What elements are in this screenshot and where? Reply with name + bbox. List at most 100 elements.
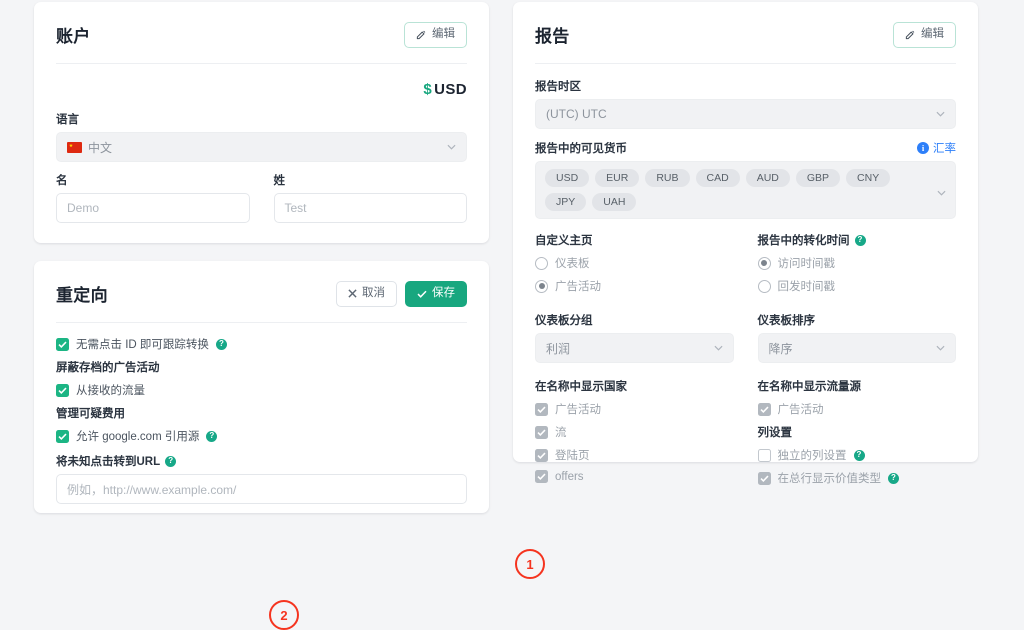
info-icon: i [917,142,929,154]
timezone-select[interactable]: (UTC) UTC [535,99,956,129]
show-country-item-row[interactable]: 登陆页 [535,447,734,463]
currency-tag[interactable]: UAH [592,193,637,211]
first-name-input[interactable]: Demo [56,193,250,223]
language-select[interactable]: 中文 [56,132,467,162]
conversion-time-option[interactable]: 回发时间戳 [757,278,957,294]
last-name-field: 姓 Test [273,172,467,223]
conversion-time-label-row: 报告中的转化时间 ? [758,232,957,248]
redirect-header-actions: 取消 保存 [336,280,467,307]
account-edit-label: 编辑 [432,27,455,40]
exchange-rate-label: 汇率 [933,143,956,155]
show-source-item-checkbox[interactable] [757,402,771,416]
conversion-time-options: 访问时间戳回发时间戳 [757,255,957,294]
help-icon[interactable]: ? [888,472,899,484]
allow-google-referrer-label: 允许 google.com 引用源 [76,431,200,443]
dashboard-group-value: 利润 [546,341,571,356]
currency-code: USD [434,81,467,98]
column-settings-item-row[interactable]: 在总行显示价值类型? [757,470,957,486]
radio-icon[interactable] [757,256,771,270]
redirect-save-button[interactable]: 保存 [405,280,467,307]
report-edit-button[interactable]: 编辑 [893,21,956,48]
currency-tags-select[interactable]: USD EUR RUB CAD AUD GBP CNY JPY UAH [535,161,956,219]
show-country-group: 在名称中显示国家 广告活动流登陆页 offers [535,378,734,493]
help-icon[interactable]: ? [206,430,218,442]
home-and-conversion-row: 自定义主页 仪表板 广告活动 报告中的转化时间 ? 访问时间戳 回发时间戳 [535,232,956,301]
dashboard-group-field: 仪表板分组 利润 [535,312,734,363]
dashboard-sort-field: 仪表板排序 降序 [757,312,956,363]
account-edit-button[interactable]: 编辑 [404,21,467,48]
currency-tag[interactable]: JPY [545,193,587,211]
report-edit-label: 编辑 [921,27,944,40]
show-country-item-row[interactable]: offers [535,470,734,483]
exchange-rate-link[interactable]: i 汇率 [917,140,956,156]
radio-icon[interactable] [757,279,771,293]
help-icon[interactable]: ? [854,234,866,246]
conversion-time-group: 报告中的转化时间 ? 访问时间戳回发时间戳 [757,232,957,301]
close-icon [348,289,357,298]
visible-currencies-field: 报告中的可见货币 i 汇率 USD EUR RUB CAD AUD GBP CNY JPY UA… [535,140,956,219]
last-name-input[interactable]: Test [273,193,467,223]
allow-google-referrer-checkbox[interactable] [56,429,69,443]
language-label: 语言 [56,114,79,126]
custom-home-option[interactable]: 仪表板 [535,255,734,271]
custom-home-option-label: 仪表板 [555,258,590,270]
redirect-save-label: 保存 [432,286,455,299]
unknown-clicks-url-input[interactable]: 例如，http://www.example.com/ [56,474,467,504]
first-name-field: 名 Demo [56,172,250,223]
help-icon[interactable]: ? [853,449,865,461]
currency-tag[interactable]: AUD [745,169,790,187]
currency-tag[interactable]: USD [545,169,590,187]
track-conversions-row[interactable]: 无需点击 ID 即可跟踪转换 ? [56,336,467,352]
language-value-text: 中文 [88,140,113,155]
column-settings-item-checkbox[interactable] [757,471,771,485]
show-country-item-checkbox[interactable] [535,425,548,439]
column-settings-item-row[interactable]: 独立的列设置? [757,447,957,463]
show-country-label: 在名称中显示国家 [535,381,627,393]
currency-tag[interactable]: GBP [795,169,841,187]
help-icon[interactable]: ? [215,338,227,350]
currency-tag[interactable]: CNY [846,169,891,187]
show-country-item-row[interactable]: 广告活动 [535,401,734,417]
currency-tag[interactable]: EUR [595,169,640,187]
from-received-traffic-row[interactable]: 从接收的流量 [56,382,467,398]
radio-icon[interactable] [535,256,548,270]
show-country-item-checkbox[interactable] [535,448,548,462]
currency-tag[interactable]: RUB [645,169,690,187]
dashboard-group-label: 仪表板分组 [535,315,593,327]
radio-icon[interactable] [535,279,548,293]
conversion-time-label: 报告中的转化时间 [757,235,850,247]
pencil-icon [905,29,916,40]
visible-currencies-label-row: 报告中的可见货币 i 汇率 [535,140,956,156]
column-settings-item-label: 独立的列设置 [777,450,847,462]
chevron-down-icon [713,345,723,351]
show-source-item-row[interactable]: 广告活动 [757,401,957,417]
column-settings-item-label: 在总行显示价值类型 [777,473,882,485]
show-country-item-row[interactable]: 流 [535,424,734,440]
column-settings-item-checkbox[interactable] [757,448,771,462]
help-icon[interactable]: ? [165,455,177,467]
dashboard-selects-row: 仪表板分组 利润 仪表板排序 降序 [535,312,956,363]
allow-google-referrer-row[interactable]: 允许 google.com 引用源 ? [56,428,467,444]
timezone-label: 报告时区 [535,81,581,93]
right-column: 报告 编辑 报告时区 (UTC) UTC 报告中的可见货币 i 汇率 USD E… [513,0,978,502]
custom-home-option[interactable]: 广告活动 [535,278,734,294]
from-received-traffic-checkbox[interactable] [56,383,69,397]
show-country-item-checkbox[interactable] [535,470,548,483]
currency-tag[interactable]: CAD [695,169,740,187]
column-settings-label: 列设置 [757,427,793,439]
track-conversions-checkbox[interactable] [56,337,69,351]
currency-symbol: $ [423,81,433,98]
show-country-item-checkbox[interactable] [535,402,548,416]
redirect-cancel-button[interactable]: 取消 [336,280,397,307]
track-conversions-label: 无需点击 ID 即可跟踪转换 [76,339,209,351]
left-column: 账户 编辑 $ USD 语言 中文 名 Demo 姓 Test 重定向 取消 保… [34,0,545,630]
account-header-actions: 编辑 [404,21,467,48]
conversion-time-option[interactable]: 访问时间戳 [757,255,957,271]
dashboard-sort-select[interactable]: 降序 [757,333,956,363]
show-source-item-label: 广告活动 [777,404,824,416]
check-icon [417,290,427,298]
show-country-items: 广告活动流登陆页 offers [535,401,734,483]
dashboard-group-select[interactable]: 利润 [535,333,734,363]
show-country-item-label: 流 [555,427,567,439]
annotation-marker-1: 1 [515,549,545,579]
